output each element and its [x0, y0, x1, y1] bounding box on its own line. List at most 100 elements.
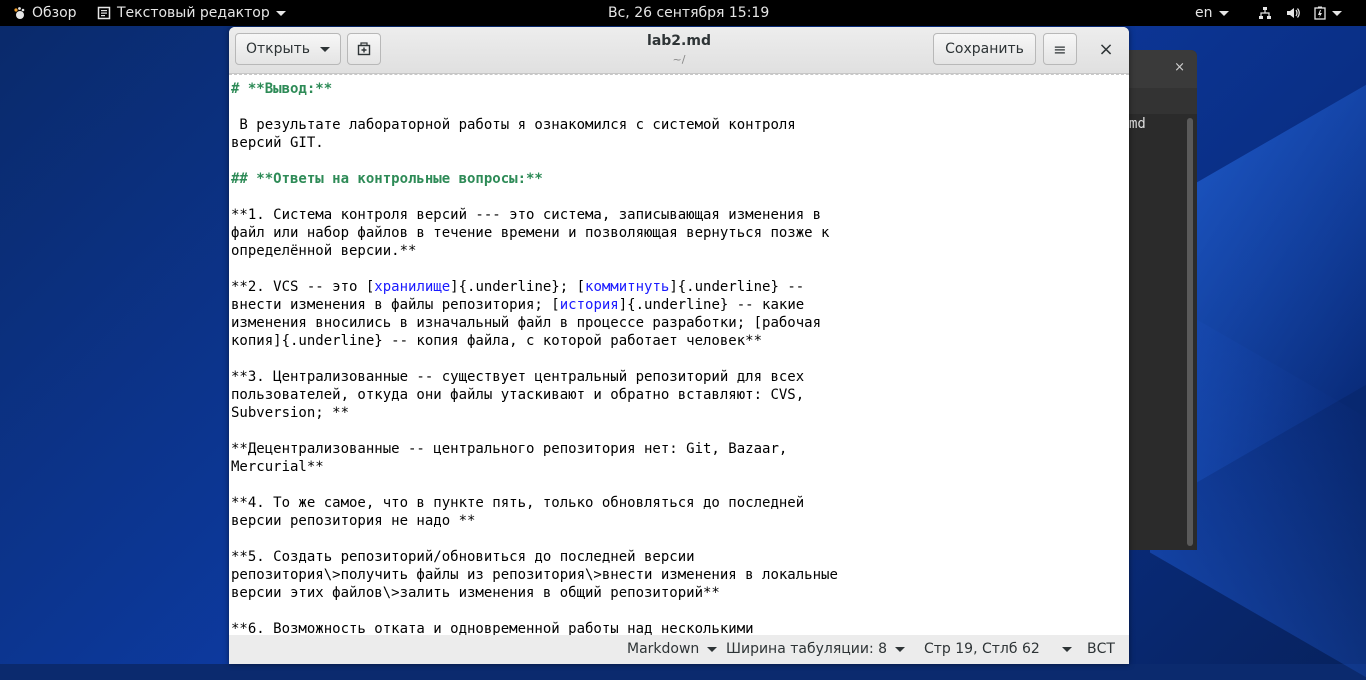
line-text: **4. То же самое, что в пункте пять, тол…	[231, 495, 805, 511]
line-text: изменения вносились в изначальный файл в…	[231, 315, 822, 331]
line-text: **3. Централизованные -- существует цент…	[231, 369, 805, 385]
insert-mode-indicator[interactable]: ВСТ	[1087, 635, 1115, 664]
line-text: **Децентрализованные -- центрального реп…	[231, 441, 788, 457]
line-text: версии репозитория не надо **	[231, 513, 476, 529]
line-text: Subversion; **	[231, 405, 350, 421]
text-line[interactable]: ## **Ответы на контрольные вопросы:**	[231, 170, 838, 188]
link-text: коммитнуть	[585, 279, 670, 295]
network-icon	[1259, 7, 1271, 19]
menu-button[interactable]: ≡	[1043, 33, 1077, 65]
background-window-text: md	[1129, 116, 1146, 132]
chevron-down-icon	[1218, 10, 1229, 16]
save-button[interactable]: Сохранить	[933, 33, 1036, 65]
text-line[interactable]	[231, 98, 838, 116]
cursor-position-selector[interactable]: Стр 19, Стлб 62	[924, 635, 1072, 664]
system-menu[interactable]	[1258, 0, 1342, 26]
background-window-tabbar	[1129, 88, 1197, 114]
input-language-menu[interactable]: en	[1195, 0, 1229, 26]
text-line[interactable]: **4. То же самое, что в пункте пять, тол…	[231, 494, 838, 512]
line-text: **1. Система контроля версий --- это сис…	[231, 207, 822, 223]
battery-icon	[1314, 6, 1326, 20]
line-text: версии этих файлов\>залить изменения в о…	[231, 585, 720, 601]
line-text: версий GIT.	[231, 135, 324, 151]
tab-width-selector[interactable]: Ширина табуляции: 8	[726, 635, 906, 664]
clock-label: Вс, 26 сентября 15:19	[608, 5, 770, 21]
line-text: **5. Создать репозиторий/обновиться до п…	[231, 549, 695, 565]
close-button[interactable]: ×	[1089, 33, 1123, 65]
clock[interactable]: Вс, 26 сентября 15:19	[608, 0, 769, 26]
text-line[interactable]	[231, 602, 838, 620]
background-window-header: ×	[1129, 50, 1197, 88]
document-text[interactable]: # **Вывод:** В результате лабораторной р…	[231, 80, 838, 636]
text-line[interactable]: **1. Система контроля версий --- это сис…	[231, 206, 838, 224]
language-label: Markdown	[627, 641, 700, 657]
text-line[interactable]: Mercurial**	[231, 458, 838, 476]
text-line[interactable]: изменения вносились в изначальный файл в…	[231, 314, 838, 332]
text-editor-icon	[97, 6, 111, 20]
text-line[interactable]: **5. Создать репозиторий/обновиться до п…	[231, 548, 838, 566]
text-line[interactable]	[231, 188, 838, 206]
line-text: **6. Возможность отката и одновременной …	[231, 621, 754, 636]
chevron-down-icon	[1332, 10, 1342, 16]
cursor-position-label: Стр 19, Стлб 62	[924, 641, 1040, 657]
line-text: внести изменения в файлы репозитория; [	[231, 297, 560, 313]
new-document-button[interactable]	[347, 33, 381, 65]
line-text: репозитория\>получить файлы из репозитор…	[231, 567, 838, 583]
text-line[interactable]	[231, 350, 838, 368]
line-text: пользователей, откуда они файлы утаскива…	[231, 387, 805, 403]
text-line[interactable]	[231, 260, 838, 278]
line-text: ]{.underline}; [	[450, 279, 586, 295]
chevron-down-icon	[1061, 647, 1072, 652]
text-line[interactable]: внести изменения в файлы репозитория; [и…	[231, 296, 838, 314]
text-line[interactable]	[231, 530, 838, 548]
top-bar: Обзор Текстовый редактор Вс, 26 сентября…	[0, 0, 1366, 26]
text-line[interactable]: **6. Возможность отката и одновременной …	[231, 620, 838, 636]
text-line[interactable]: файл или набор файлов в течение времени …	[231, 224, 838, 242]
document-title: lab2.md	[647, 33, 711, 49]
text-line[interactable]: **3. Централизованные -- существует цент…	[231, 368, 838, 386]
text-line[interactable]: Subversion; **	[231, 404, 838, 422]
text-line[interactable]	[231, 422, 838, 440]
close-icon[interactable]: ×	[1174, 60, 1185, 75]
text-line[interactable]	[231, 152, 838, 170]
app-menu[interactable]: Текстовый редактор	[97, 0, 286, 26]
text-line[interactable]: версии этих файлов\>залить изменения в о…	[231, 584, 838, 602]
line-text: файл или набор файлов в течение времени …	[231, 225, 830, 241]
text-line[interactable]: **Децентрализованные -- центрального реп…	[231, 440, 838, 458]
text-line[interactable]: пользователей, откуда они файлы утаскива…	[231, 386, 838, 404]
gnome-foot-icon	[14, 7, 25, 19]
status-bar: Markdown Ширина табуляции: 8 Стр 19, Стл…	[229, 635, 1129, 664]
background-window[interactable]: × md	[1129, 50, 1197, 550]
text-line[interactable]: версий GIT.	[231, 134, 838, 152]
text-line[interactable]: версии репозитория не надо **	[231, 512, 838, 530]
line-text: **2. VCS -- это [	[231, 279, 375, 295]
text-line[interactable]: **2. VCS -- это [хранилище]{.underline};…	[231, 278, 838, 296]
link-text: история	[559, 297, 619, 313]
text-line[interactable]: В результате лабораторной работы я ознак…	[231, 116, 838, 134]
text-line[interactable]: репозитория\>получить файлы из репозитор…	[231, 566, 838, 584]
language-selector[interactable]: Markdown	[627, 635, 718, 664]
text-line[interactable]: # **Вывод:**	[231, 80, 838, 98]
activities-button[interactable]: Обзор	[12, 0, 77, 26]
tab-width-label: Ширина табуляции: 8	[726, 641, 888, 657]
heading-text: ## **Ответы на контрольные вопросы:**	[231, 171, 543, 187]
header-bar: Открыть lab2.md ~/ Сохранить ≡ ×	[229, 27, 1129, 74]
lang-label: en	[1195, 5, 1213, 21]
insert-mode-label: ВСТ	[1087, 641, 1115, 657]
text-line[interactable]: определённой версии.**	[231, 242, 838, 260]
scrollbar[interactable]	[1187, 118, 1193, 546]
text-line[interactable]	[231, 476, 838, 494]
line-text: определённой версии.**	[231, 243, 417, 259]
document-path: ~/	[672, 53, 686, 66]
activities-label: Обзор	[32, 5, 77, 21]
text-editor-window: Открыть lab2.md ~/ Сохранить ≡ × # **Выв…	[229, 27, 1129, 664]
text-view[interactable]: # **Вывод:** В результате лабораторной р…	[229, 74, 1129, 636]
text-line[interactable]: копия]{.underline} -- копия файла, с кот…	[231, 332, 838, 350]
open-button[interactable]: Открыть	[235, 33, 341, 65]
volume-icon	[1287, 8, 1300, 18]
chevron-down-icon	[275, 10, 286, 16]
hamburger-menu-icon: ≡	[1053, 39, 1067, 59]
app-menu-label: Текстовый редактор	[117, 5, 270, 21]
line-text: Mercurial**	[231, 459, 324, 475]
heading-text: # **Вывод:**	[231, 81, 333, 97]
